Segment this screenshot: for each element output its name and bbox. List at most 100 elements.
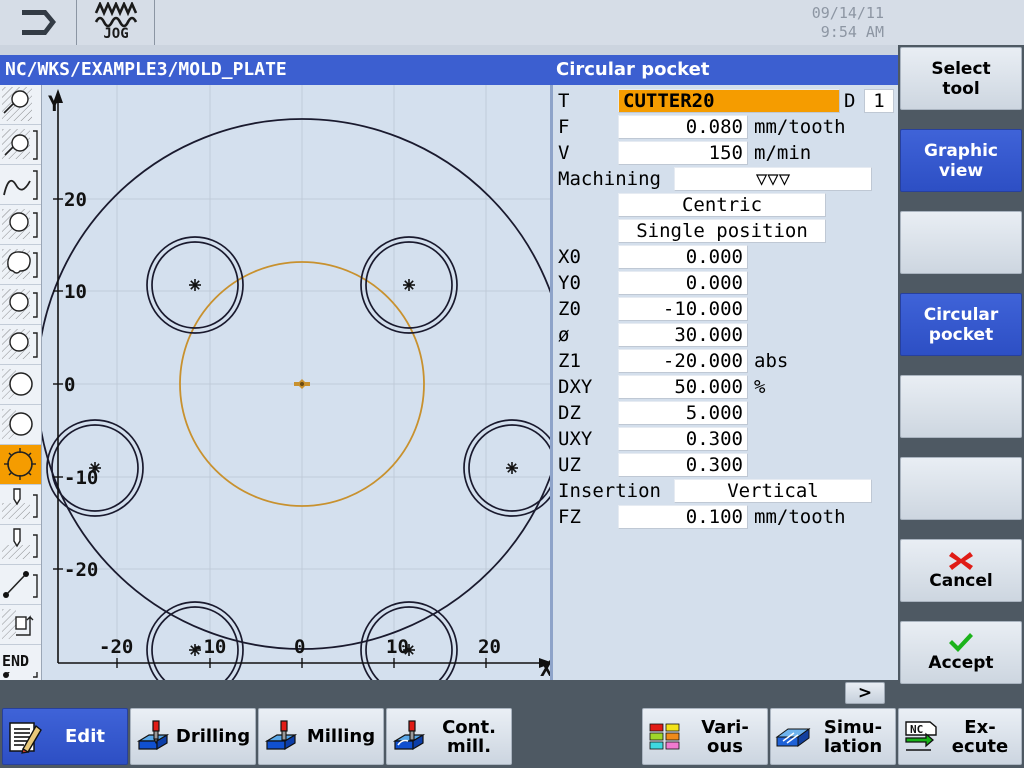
field-Z1[interactable]: -20.000 — [618, 349, 748, 373]
taskbar-simulation-line2: lation — [823, 735, 883, 757]
field-tool-d[interactable]: 1 — [864, 89, 894, 113]
taskbar-execute[interactable]: NC Ex- ecute — [898, 708, 1022, 765]
rail-item-circular-pocket-selected[interactable] — [0, 445, 41, 485]
rail-item-slot-vertical[interactable] — [0, 485, 41, 525]
softkey-empty-1[interactable] — [900, 211, 1022, 274]
x-tick--10: -10 — [192, 636, 226, 658]
unit-F: mm/tooth — [754, 116, 846, 138]
y-axis-label: Y — [48, 92, 61, 116]
drilling-icon — [131, 719, 175, 755]
taskbar-simulation[interactable]: Simu- lation — [770, 708, 896, 765]
field-insertion[interactable]: Vertical — [674, 479, 872, 503]
taskbar-cont-mill[interactable]: Cont. mill. — [386, 708, 512, 765]
field-tool-name[interactable]: CUTTER20 — [618, 89, 840, 113]
x-axis-label: X — [540, 657, 553, 680]
taskbar-edit[interactable]: Edit — [2, 708, 128, 765]
softkey-cancel[interactable]: Cancel — [900, 539, 1022, 602]
softkey-empty-2[interactable] — [900, 375, 1022, 438]
x-tick-0: 0 — [294, 636, 305, 658]
taskbar-cont-mill-line1: Cont. — [442, 716, 496, 738]
form-row-V: V 150 m/min — [556, 140, 898, 166]
time-text: 9:54 AM — [820, 23, 884, 41]
softkey-cancel-label: Cancel — [929, 571, 993, 591]
taskbar-milling-label: Milling — [306, 726, 376, 747]
y-tick--10: -10 — [64, 467, 98, 489]
field-diameter[interactable]: 30.000 — [618, 323, 748, 347]
unit-DXY: % — [754, 376, 766, 398]
form-row-UZ: UZ 0.300 — [556, 452, 898, 478]
rail-item-slot-vertical-2[interactable] — [0, 525, 41, 565]
rail-item-pocket-shape[interactable] — [0, 245, 41, 285]
contour-mill-icon — [387, 719, 431, 755]
cycle-icon-rail[interactable]: END — [0, 85, 42, 680]
taskbar-drilling[interactable]: Drilling — [130, 708, 256, 765]
rail-item-pocket-round-2[interactable] — [0, 285, 41, 325]
simulation-icon — [771, 721, 815, 753]
form-row-position-mode: Centric — [556, 192, 898, 218]
field-V[interactable]: 150 — [618, 141, 748, 165]
field-DZ[interactable]: 5.000 — [618, 401, 748, 425]
taskbar-milling[interactable]: Milling — [258, 708, 384, 765]
rail-item-freeform-curve[interactable] — [0, 165, 41, 205]
channel-mode-cell[interactable] — [0, 0, 77, 45]
softkey-graphic-view-line2: view — [938, 160, 984, 181]
unit-V: m/min — [754, 142, 812, 164]
taskbar-execute-label: Ex- ecute — [943, 718, 1021, 756]
rail-item-pocket-step-1[interactable] — [0, 605, 41, 645]
field-position-count[interactable]: Single position — [618, 219, 826, 243]
field-DXY[interactable]: 50.000 — [618, 375, 748, 399]
rail-item-contour-1[interactable] — [0, 125, 41, 165]
various-icon — [643, 721, 687, 753]
graphics-view[interactable]: -20 -10 0 10 20 20 10 0 -10 -20 Y X — [42, 85, 553, 680]
form-row-tool: T CUTTER20 D 1 — [556, 88, 898, 114]
label-UXY: UXY — [558, 428, 593, 450]
x-tick-10: 10 — [386, 636, 409, 658]
softkey-select-tool[interactable]: Select tool — [900, 47, 1022, 110]
label-F: F — [558, 116, 570, 138]
rail-item-line-positions-1[interactable] — [0, 565, 41, 605]
softkey-accept[interactable]: Accept — [900, 621, 1022, 684]
taskbar-simulation-label: Simu- lation — [815, 718, 895, 756]
taskbar-execute-line2: ecute — [951, 735, 1009, 757]
taskbar-various[interactable]: Vari- ous — [642, 708, 768, 765]
field-Y0[interactable]: 0.000 — [618, 271, 748, 295]
field-UZ[interactable]: 0.300 — [618, 453, 748, 477]
label-DXY: DXY — [558, 376, 593, 398]
jog-mode-cell[interactable]: JOG — [77, 0, 155, 45]
label-T: T — [558, 90, 570, 112]
unit-Z1: abs — [754, 350, 789, 372]
rail-item-contour-0[interactable] — [0, 85, 41, 125]
status-strip: > — [0, 680, 898, 705]
rail-end-label: END — [0, 650, 41, 672]
field-Z0[interactable]: -10.000 — [618, 297, 748, 321]
form-row-insertion: Insertion Vertical — [556, 478, 898, 504]
rail-item-circle-plain-2[interactable] — [0, 405, 41, 445]
edit-note-icon — [3, 719, 47, 755]
label-Z0: Z0 — [558, 298, 581, 320]
advance-softkey-button[interactable]: > — [845, 682, 885, 704]
cnc-screen: JOG 09/14/11 9:54 AM NC/WKS/EXAMPLE3/MOL… — [0, 0, 1024, 768]
field-F[interactable]: 0.080 — [618, 115, 748, 139]
softkey-empty-3[interactable] — [900, 457, 1022, 520]
field-X0[interactable]: 0.000 — [618, 245, 748, 269]
label-insertion: Insertion — [558, 480, 661, 502]
softkey-graphic-view[interactable]: Graphic view — [900, 129, 1022, 192]
parameter-form: T CUTTER20 D 1 F 0.080 mm/tooth V 150 m/… — [556, 85, 898, 680]
form-row-X0: X0 0.000 — [556, 244, 898, 270]
field-FZ[interactable]: 0.100 — [618, 505, 748, 529]
datetime-display: 09/14/11 9:54 AM — [812, 4, 884, 42]
softkey-circular-pocket[interactable]: Circular pocket — [900, 293, 1022, 356]
field-machining-quality[interactable]: ▽▽▽ — [674, 167, 872, 191]
field-UXY[interactable]: 0.300 — [618, 427, 748, 451]
x-tick--20: -20 — [99, 636, 133, 658]
main-area: END -20 -10 0 10 20 20 10 0 -10 -20 Y X … — [0, 85, 898, 680]
rail-item-pocket-round-3[interactable] — [0, 325, 41, 365]
taskbar-various-line2: ous — [707, 735, 743, 757]
label-diameter: ø — [558, 324, 570, 346]
rail-item-circle-plain-1[interactable] — [0, 365, 41, 405]
label-Z1: Z1 — [558, 350, 581, 372]
field-position-mode[interactable]: Centric — [618, 193, 826, 217]
y-tick-10: 10 — [64, 281, 87, 303]
rail-item-pocket-round-1[interactable] — [0, 205, 41, 245]
label-D: D — [844, 90, 856, 112]
